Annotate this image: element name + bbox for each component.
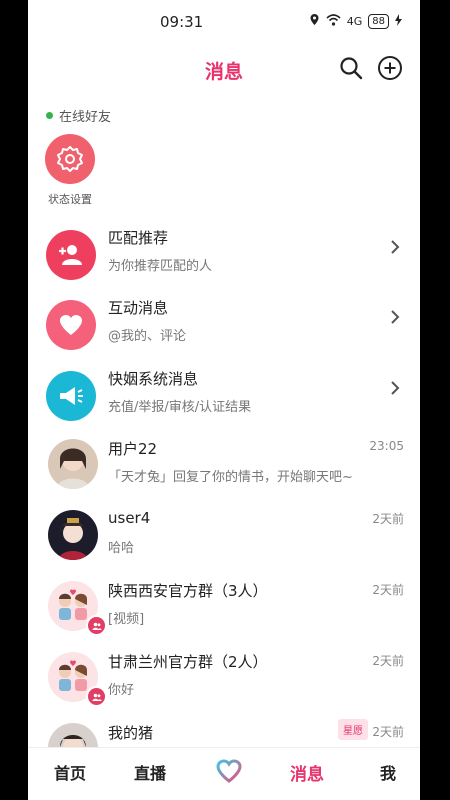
group-badge-icon	[86, 615, 107, 636]
conversation-name: 我的猪	[108, 724, 154, 742]
list-item-interaction[interactable]: 互动消息 @我的、评论	[28, 292, 420, 362]
nav-home[interactable]: 首页	[54, 760, 86, 784]
chevron-right-icon	[391, 240, 400, 254]
conversation-time: 2天前	[372, 583, 404, 597]
wish-tag-badge: 星愿	[338, 719, 368, 740]
conversation-preview: 「天才兔」回复了你的情书，开始聊天吧~	[108, 470, 353, 485]
status-icons: 4G 88	[309, 13, 402, 29]
conversation-preview: 你好	[108, 683, 135, 698]
item-title: 互动消息	[108, 299, 169, 317]
group-badge-icon	[86, 686, 107, 707]
conversation-item[interactable]: 陕西西安官方群（3人） [视频] 2天前	[28, 575, 420, 645]
item-subtitle: @我的、评论	[108, 329, 187, 344]
conversation-name: 用户22	[108, 440, 158, 458]
nav-me[interactable]: 我	[380, 760, 396, 784]
conversation-preview: 哈哈	[108, 541, 135, 556]
conversation-item[interactable]: 甘肃兰州官方群（2人） 你好 2天前	[28, 646, 420, 716]
header: 消息	[28, 50, 420, 88]
online-dot-icon	[46, 112, 53, 119]
nav-live[interactable]: 直播	[134, 760, 166, 784]
signal-label: 4G	[346, 14, 363, 28]
conversation-item[interactable]: 用户22 「天才兔」回复了你的情书，开始聊天吧~ 23:05	[28, 433, 420, 503]
interaction-avatar	[46, 300, 96, 350]
conversation-time: 2天前	[372, 725, 404, 739]
chevron-right-icon	[391, 310, 400, 324]
conversation-time: 2天前	[372, 512, 404, 526]
avatar	[48, 510, 98, 560]
system-message-avatar	[46, 371, 96, 421]
avatar	[48, 439, 98, 489]
conversation-name: 陕西西安官方群（3人）	[108, 582, 268, 600]
heart-icon	[60, 315, 82, 335]
online-friends-label: 在线好友	[59, 110, 112, 125]
charging-icon	[395, 13, 402, 29]
conversation-name: 甘肃兰州官方群（2人）	[108, 653, 268, 671]
plus-circle-icon	[378, 56, 402, 80]
phone-screen: 09:31 4G 88 消息 在线好友 状态设置 匹配推荐 为你推荐匹配的人 互…	[28, 0, 420, 800]
chevron-right-icon	[391, 381, 400, 395]
list-item-system-message[interactable]: 快姻系统消息 充值/举报/审核/认证结果	[28, 363, 420, 433]
conversation-item[interactable]: user4 哈哈 2天前	[28, 504, 420, 574]
conversation-time: 23:05	[369, 439, 404, 453]
status-setting-button[interactable]: 状态设置	[42, 134, 98, 207]
nav-match[interactable]	[215, 758, 243, 788]
bottom-nav: 首页 直播 消息 我	[28, 747, 420, 800]
heart-outline-icon	[216, 759, 242, 783]
conversation-name: user4	[108, 509, 151, 527]
conversation-time: 2天前	[372, 654, 404, 668]
item-title: 匹配推荐	[108, 229, 169, 247]
megaphone-icon	[60, 387, 83, 405]
search-icon	[340, 57, 363, 80]
conversation-preview: [视频]	[108, 612, 145, 627]
battery-level: 88	[368, 13, 389, 29]
nav-messages[interactable]: 消息	[290, 760, 324, 785]
online-friends-header: 在线好友	[46, 106, 111, 125]
status-setting-label: 状态设置	[48, 193, 92, 206]
search-button[interactable]	[338, 55, 364, 81]
location-icon	[309, 13, 320, 29]
match-recommend-avatar	[46, 230, 96, 280]
status-setting-avatar	[45, 134, 95, 184]
wifi-icon	[326, 13, 341, 29]
list-item-match-recommend[interactable]: 匹配推荐 为你推荐匹配的人	[28, 222, 420, 292]
item-subtitle: 充值/举报/审核/认证结果	[108, 400, 252, 415]
status-bar: 09:31 4G 88	[28, 0, 420, 44]
gear-icon	[57, 146, 83, 172]
add-button[interactable]	[377, 55, 403, 81]
item-subtitle: 为你推荐匹配的人	[108, 259, 213, 274]
item-title: 快姻系统消息	[108, 370, 199, 388]
add-user-icon	[59, 245, 82, 265]
status-time: 09:31	[160, 13, 204, 31]
